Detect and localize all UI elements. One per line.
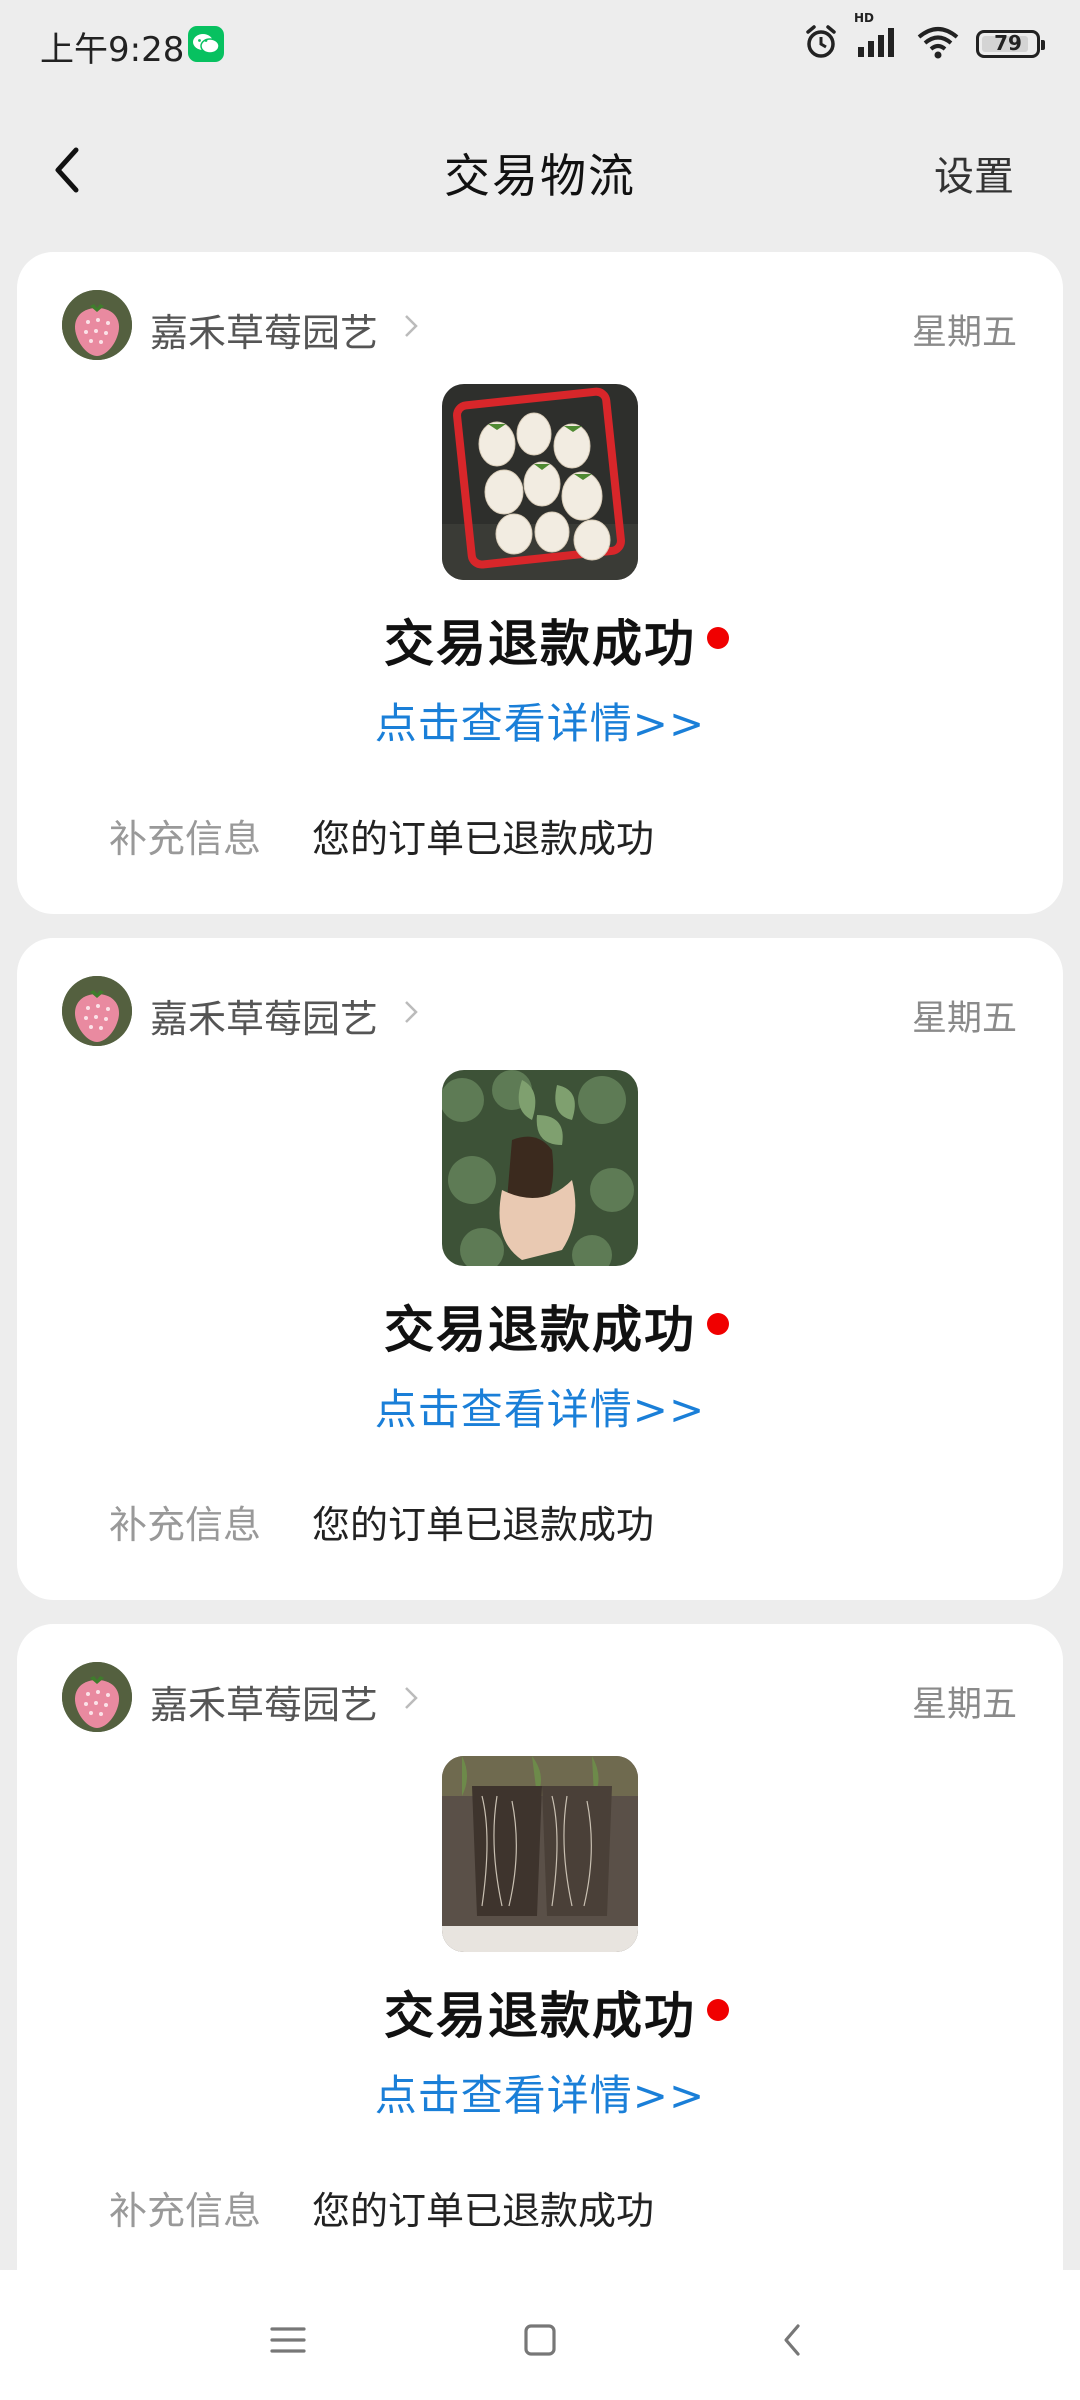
hd-label: HD [854,11,875,25]
status-icons: HD 79 [802,11,1045,65]
message-card[interactable]: 嘉禾草莓园艺 星期五 交易退款成功 点击查看详情>> 补充信息 您的订单已退款成… [17,938,1063,1600]
chevron-right-icon [402,312,420,344]
message-date: 星期五 [911,1685,1017,1725]
extra-info-label: 补充信息 [109,817,262,861]
view-details-link[interactable]: 点击查看详情>> [17,1376,1063,1437]
message-title: 交易退款成功 [384,1301,696,1359]
system-nav-bar [0,2270,1080,2400]
message-date: 星期五 [911,313,1017,353]
status-time: 上午9:28 [40,30,185,70]
extra-info-value: 您的订单已退款成功 [312,1503,655,1547]
shop-name[interactable]: 嘉禾草莓园艺 [150,988,378,1043]
card-header: 嘉禾草莓园艺 星期五 [62,1662,1017,1734]
chevron-right-icon [402,998,420,1030]
message-card[interactable]: 嘉禾草莓园艺 星期五 交易退款成功 点击查看详情>> 补充信息 您的订单已退款成… [17,252,1063,914]
page-title: 交易物流 [444,149,636,203]
card-header: 嘉禾草莓园艺 星期五 [62,976,1017,1048]
chevron-right-icon [402,1684,420,1716]
product-image[interactable] [442,384,638,580]
view-details-link[interactable]: 点击查看详情>> [17,690,1063,751]
back-chevron-icon[interactable] [762,2310,822,2370]
message-date: 星期五 [911,999,1017,1039]
avatar[interactable] [62,290,132,360]
extra-info-label: 补充信息 [109,2189,262,2233]
message-card[interactable]: 嘉禾草莓园艺 星期五 交易退款成功 点击查看详情>> 补充信息 您的订单已退款成… [17,1624,1063,2270]
product-image[interactable] [442,1070,638,1266]
signal-icon: HD [854,11,900,63]
view-details-link[interactable]: 点击查看详情>> [17,2062,1063,2123]
shop-name[interactable]: 嘉禾草莓园艺 [150,1674,378,1729]
wechat-icon [188,26,224,62]
unread-dot [707,627,729,649]
product-image[interactable] [442,1756,638,1952]
settings-button[interactable]: 设置 [934,144,1014,202]
unread-dot [707,1313,729,1335]
wifi-icon [916,25,960,63]
extra-info-value: 您的订单已退款成功 [312,2189,655,2233]
card-header: 嘉禾草莓园艺 星期五 [62,290,1017,362]
unread-dot [707,1999,729,2021]
menu-icon[interactable] [258,2310,318,2370]
avatar[interactable] [62,1662,132,1732]
message-title: 交易退款成功 [384,615,696,673]
alarm-icon [802,23,840,65]
status-bar: 上午9:28 HD 79 [0,0,1080,90]
extra-info-value: 您的订单已退款成功 [312,817,655,861]
battery-level: 79 [994,31,1022,55]
title-bar: 交易物流 设置 [0,100,1080,240]
home-square-icon[interactable] [510,2310,570,2370]
avatar[interactable] [62,976,132,1046]
message-title: 交易退款成功 [384,1987,696,2045]
extra-info-label: 补充信息 [109,1503,262,1547]
shop-name[interactable]: 嘉禾草莓园艺 [150,302,378,357]
battery-icon: 79 [976,30,1045,58]
